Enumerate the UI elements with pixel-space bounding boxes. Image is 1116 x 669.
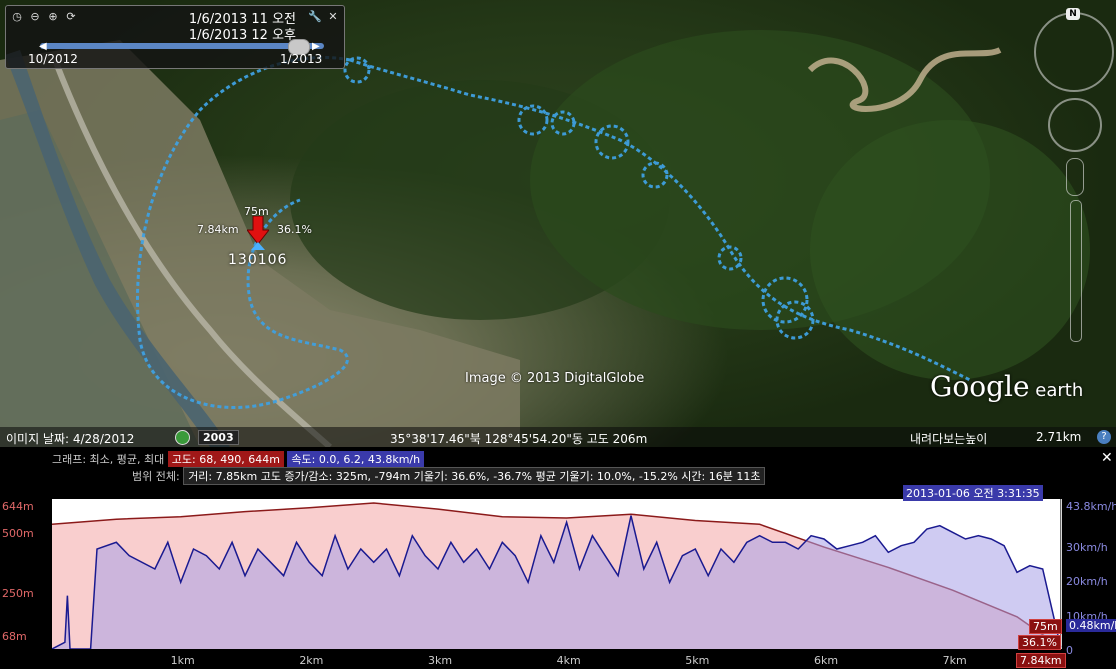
range-stats: 거리: 7.85km 고도 증가/감소: 325m, -794m 기울기: 36…: [183, 467, 766, 485]
google-earth-logo: Google earth: [930, 370, 1084, 403]
elevation-profile-panel: 그래프: 최소, 평균, 최대 고도: 68, 490, 644m 속도: 0.…: [0, 447, 1116, 669]
cursor-elevation: 75m: [1029, 619, 1062, 634]
range-end-label: 1/2013: [280, 52, 323, 66]
track-name-label[interactable]: 130106: [228, 252, 287, 268]
x-tick-label: 3km: [427, 654, 453, 667]
elevation-stats-pill[interactable]: 고도: 68, 490, 644m: [167, 451, 284, 467]
range-start-label: 10/2012: [28, 52, 78, 66]
move-joystick[interactable]: [1048, 98, 1102, 152]
range-label: 범위 전체:: [132, 470, 180, 483]
eye-altitude-label: 내려다보는높이: [910, 432, 988, 446]
close-icon[interactable]: ✕: [326, 10, 340, 24]
profile-chart-svg[interactable]: [51, 499, 1062, 650]
imagery-attribution: Image © 2013 DigitalGlobe: [465, 371, 645, 386]
image-date-label: 이미지 날짜: 4/28/2012: [6, 432, 135, 446]
position-arrow-icon[interactable]: [247, 216, 269, 250]
x-tick-label: 1km: [170, 654, 195, 667]
street-view-pegman-icon[interactable]: [1066, 158, 1084, 196]
range-stats-line: 범위 전체: 거리: 7.85km 고도 증가/감소: 325m, -794m …: [132, 467, 766, 485]
right-axis-tick: 30km/h: [1066, 541, 1108, 554]
left-axis-tick: 500m: [2, 527, 34, 540]
slider-right-handle-icon[interactable]: ▶: [312, 41, 320, 52]
pointer-distance-label: 7.84km: [197, 223, 239, 236]
left-axis-tick: 644m: [2, 500, 34, 513]
help-icon[interactable]: ?: [1097, 430, 1111, 444]
cursor-distance: 7.84km: [1016, 653, 1066, 668]
x-tick-label: 4km: [556, 654, 581, 667]
north-indicator[interactable]: N: [1066, 8, 1080, 20]
profile-chart[interactable]: [51, 499, 1062, 650]
imagery-year-badge[interactable]: 2003: [198, 430, 239, 445]
left-axis-tick: 68m: [2, 630, 27, 643]
look-joystick[interactable]: [1034, 12, 1114, 92]
wrench-icon[interactable]: 🔧: [308, 10, 322, 24]
time-slider-track[interactable]: [40, 43, 324, 49]
cursor-speed: 0.48km/h: [1066, 619, 1116, 632]
right-axis-tick: 43.8km/h: [1066, 500, 1116, 513]
graph-label: 그래프: 최소, 평균, 최대: [52, 453, 165, 466]
close-profile-button[interactable]: ✕: [1101, 450, 1113, 466]
pointer-percent-label: 36.1%: [277, 223, 312, 236]
x-tick-label: 2km: [299, 654, 324, 667]
historical-imagery-clock-icon[interactable]: [175, 430, 190, 445]
time-slider-panel: ◷ ⊖ ⊕ ⟳ 🔧 ✕ 1/6/2013 11 오전 1/6/2013 12 오…: [5, 5, 345, 69]
speed-stats-pill[interactable]: 속도: 0.0, 6.2, 43.8km/h: [287, 451, 425, 467]
zoom-slider[interactable]: [1070, 200, 1082, 342]
graph-legend: 그래프: 최소, 평균, 최대 고도: 68, 490, 644m 속도: 0.…: [52, 451, 425, 467]
left-axis-tick: 250m: [2, 587, 34, 600]
cursor-percent: 36.1%: [1018, 635, 1061, 650]
right-axis-tick: 20km/h: [1066, 575, 1108, 588]
x-tick-label: 7km: [942, 654, 967, 667]
x-tick-label: 6km: [813, 654, 839, 667]
coordinates-label: 35°38'17.46"북 128°45'54.20"동 고도 206m: [390, 432, 648, 446]
cursor-datetime: 2013-01-06 오전 3:31:35: [903, 485, 1043, 501]
slider-left-handle-icon[interactable]: ◀: [39, 41, 47, 52]
status-bar: 이미지 날짜: 4/28/2012 2003 35°38'17.46"북 128…: [0, 427, 1116, 447]
right-axis-tick: 0: [1066, 644, 1073, 657]
x-tick-label: 5km: [685, 654, 710, 667]
eye-altitude-value: 2.71km: [1036, 430, 1082, 444]
map-view[interactable]: ◷ ⊖ ⊕ ⟳ 🔧 ✕ 1/6/2013 11 오전 1/6/2013 12 오…: [0, 0, 1116, 447]
time-end-label: 1/6/2013 12 오후: [188, 28, 296, 43]
